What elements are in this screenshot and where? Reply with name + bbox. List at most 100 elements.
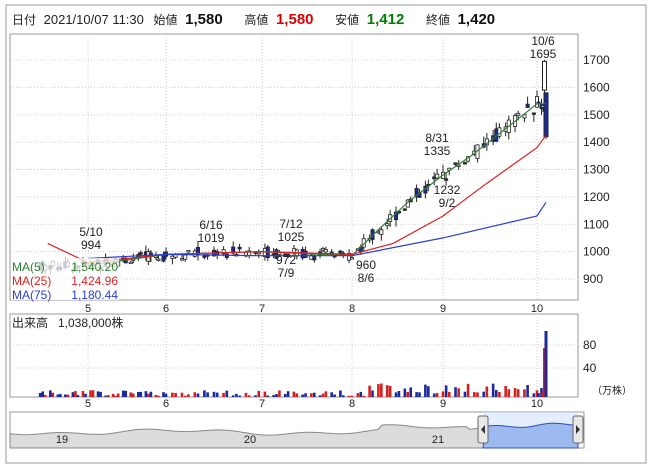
month-label: 8 — [349, 303, 355, 315]
candle-body-10-6 — [542, 60, 547, 91]
candle-body — [379, 229, 384, 235]
candle-body — [435, 173, 440, 179]
volume-bar — [341, 395, 345, 397]
legend-ma75-value: 1,180.44 — [71, 288, 118, 302]
month-label: 6 — [163, 303, 169, 315]
candle-body — [170, 255, 175, 259]
volume-bar — [89, 390, 92, 397]
price-tick-label: 1000 — [583, 245, 610, 259]
volume-x-axis: 5 6 7 8 9 10 — [85, 398, 543, 410]
legend-ma5-value: 1,540.20 — [71, 260, 118, 274]
volume-month-label: 5 — [85, 398, 91, 410]
volume-bar — [59, 393, 62, 397]
volume-bar — [144, 391, 148, 397]
volume-bar — [424, 384, 427, 397]
candle-body — [183, 254, 188, 260]
annotation-value: 1019 — [198, 231, 225, 245]
volume-bar — [193, 392, 197, 397]
annotation-value: 972 — [276, 253, 296, 267]
volume-bar — [312, 392, 316, 397]
candle-body — [186, 250, 191, 253]
price-tick-label: 900 — [583, 272, 603, 286]
price-tick-label: 1600 — [583, 80, 610, 94]
volume-bar — [235, 393, 238, 397]
price-x-axis: 5 6 7 8 9 10 — [85, 303, 543, 315]
annotation-value: 960 — [356, 258, 376, 272]
volume-bar — [283, 393, 287, 397]
price-tick-label: 1700 — [583, 53, 610, 67]
volume-bar — [263, 391, 267, 397]
volume-bar — [324, 391, 328, 397]
volume-tick-80: 80 — [583, 338, 597, 352]
volume-bar — [74, 391, 77, 397]
volume-bar — [292, 391, 296, 397]
volume-bar — [244, 392, 248, 397]
volume-bar — [286, 391, 290, 397]
volume-bar — [180, 392, 184, 397]
volume-bar — [444, 385, 448, 397]
volume-bar — [516, 389, 520, 397]
annotation-date: 8/31 — [425, 131, 449, 145]
overview-year-label: 20 — [244, 434, 256, 446]
volume-bar — [368, 385, 371, 397]
volume-bar — [394, 392, 398, 397]
candle-body-10-7 — [543, 92, 549, 138]
volume-bar — [385, 385, 389, 397]
candle-body — [385, 223, 390, 227]
annotation-value: 1232 — [434, 183, 461, 197]
volume-bar — [359, 391, 363, 397]
volume-month-label: 7 — [259, 398, 265, 410]
volume-bar — [441, 391, 445, 397]
volume-bar — [350, 395, 354, 397]
overview-left-handle[interactable] — [477, 415, 489, 444]
volume-bar — [137, 391, 140, 397]
legend-ma75-label: MA(75) — [12, 288, 51, 302]
volume-bar — [304, 393, 307, 397]
annotation-date: 7/12 — [279, 217, 303, 231]
volume-bar — [257, 390, 261, 397]
volume-bar — [104, 395, 107, 397]
volume-bar — [174, 392, 177, 397]
candle-body — [303, 250, 308, 258]
month-label: 7 — [259, 303, 265, 315]
volume-bar — [96, 391, 100, 397]
volume-bar — [164, 393, 168, 397]
candle-body — [128, 261, 133, 265]
volume-bar — [356, 393, 360, 397]
volume-bar — [81, 390, 85, 397]
volume-bar — [162, 392, 165, 397]
volume-bar-10-7 — [544, 331, 548, 397]
volume-bar — [43, 394, 47, 397]
volume-bar — [254, 395, 257, 397]
volume-month-label: 9 — [440, 398, 446, 410]
volume-bar — [406, 391, 410, 397]
volume-bar — [76, 395, 80, 397]
volume-bar — [212, 391, 216, 397]
volume-bar — [494, 390, 498, 397]
volume-bar — [380, 383, 383, 397]
chart-frame: 日付 2021/10/07 11:30 始値 1,580 高値 1,580 安値… — [0, 0, 653, 470]
volume-value: 1,038,000株 — [58, 315, 123, 330]
volume-bar — [513, 388, 517, 397]
volume-bar — [295, 393, 299, 397]
volume-bar — [116, 393, 120, 397]
volume-bar — [41, 391, 45, 397]
overview-right-handle[interactable] — [572, 415, 584, 444]
candle-body — [349, 257, 354, 260]
month-label: 10 — [531, 303, 543, 315]
volume-bar — [482, 391, 486, 397]
annotation-date: 6/16 — [199, 218, 223, 232]
volume-bar — [247, 395, 251, 397]
candle-body — [202, 255, 207, 258]
volume-bar — [225, 390, 229, 397]
legend-ma25-label: MA(25) — [12, 274, 51, 288]
volume-bar — [362, 395, 366, 397]
volume-bar — [56, 394, 60, 397]
volume-bar — [427, 386, 430, 397]
volume-bar — [333, 394, 336, 397]
volume-bar — [154, 394, 158, 397]
volume-bar — [129, 392, 133, 397]
volume-bar — [278, 390, 281, 397]
volume-bar — [171, 392, 174, 397]
volume-bar — [537, 393, 540, 397]
